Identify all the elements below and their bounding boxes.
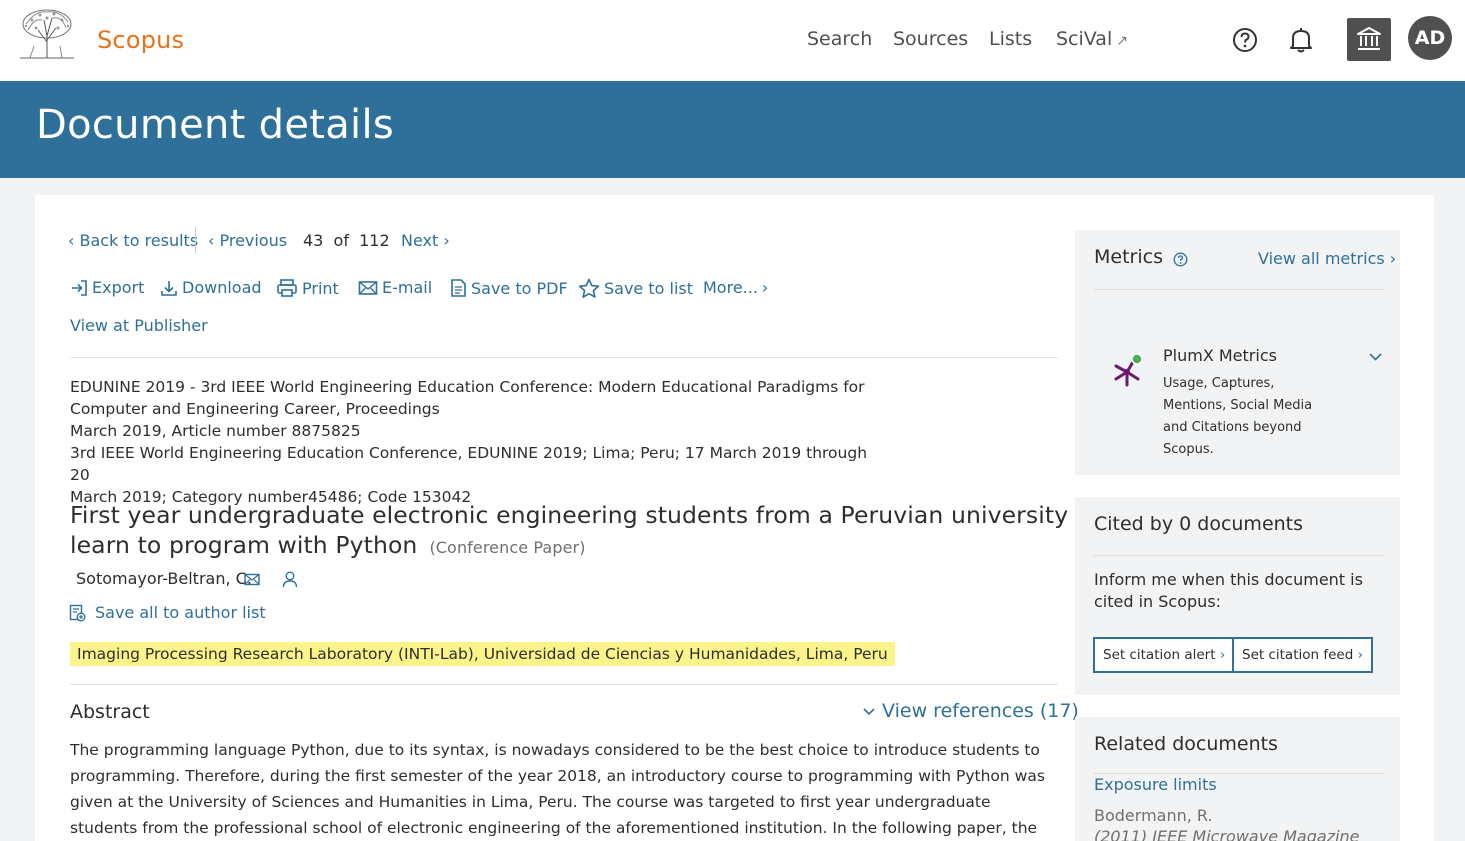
previous-link[interactable]: ‹ Previous: [208, 231, 287, 250]
related-document-author: Bodermann, R.: [1094, 806, 1213, 825]
divider: [70, 684, 1058, 685]
next-link[interactable]: Next ›: [401, 231, 450, 250]
save-to-list-label: Save to list: [604, 279, 694, 298]
view-references-label: View references (17): [882, 700, 1079, 722]
set-citation-alert-label: Set citation alert: [1103, 647, 1216, 663]
divider: [70, 357, 1058, 358]
help-circle-icon[interactable]: [1232, 27, 1258, 53]
nav-search[interactable]: Search: [807, 28, 872, 50]
source-line: EDUNINE 2019 - 3rd IEEE World Engineerin…: [70, 378, 865, 396]
scopus-brand[interactable]: Scopus: [97, 26, 184, 54]
source-line: March 2019, Article number 8875825: [70, 422, 361, 440]
metrics-panel: Metrics View all metrics › PlumX Metrics…: [1075, 230, 1400, 475]
institution-icon[interactable]: [1347, 18, 1391, 61]
save-to-list-button[interactable]: Save to list: [578, 278, 693, 299]
user-avatar[interactable]: AD: [1408, 16, 1452, 60]
save-to-pdf-button[interactable]: Save to PDF: [449, 278, 568, 298]
mail-icon: [358, 280, 378, 295]
top-bar: Scopus Search Sources Lists SciVal ↗ AD: [0, 0, 1465, 81]
view-all-metrics-link[interactable]: View all metrics ›: [1258, 249, 1396, 268]
back-to-results-label: Back to results: [79, 231, 199, 250]
result-total: 112: [359, 231, 390, 250]
plumx-title[interactable]: PlumX Metrics: [1163, 346, 1277, 365]
view-all-metrics-label: View all metrics: [1258, 249, 1385, 268]
printer-icon: [277, 279, 297, 297]
download-icon: [161, 280, 177, 296]
elsevier-tree-logo[interactable]: [16, 6, 78, 62]
page-banner: Document details: [0, 81, 1465, 178]
related-document-source: (2011) IEEE Microwave Magazine: [1094, 827, 1360, 841]
save-all-to-author-list-link[interactable]: Save all to author list: [69, 603, 266, 622]
source-line: 3rd IEEE World Engineering Education Con…: [70, 444, 868, 484]
author-mail-icon[interactable]: [244, 573, 260, 586]
set-citation-feed-button[interactable]: Set citation feed ›: [1232, 637, 1373, 673]
related-documents-panel: Related documents Exposure limits Boderm…: [1075, 717, 1400, 841]
previous-label: Previous: [219, 231, 288, 250]
author-link[interactable]: Sotomayor-Beltran, C.: [76, 569, 252, 588]
related-document-link[interactable]: Exposure limits: [1094, 775, 1217, 794]
set-citation-feed-label: Set citation feed: [1242, 647, 1354, 663]
download-label: Download: [182, 278, 262, 297]
back-to-results-link[interactable]: ‹ Back to results: [68, 231, 198, 250]
chevron-down-icon: [863, 707, 875, 715]
result-current: 43: [303, 231, 324, 250]
chevron-down-icon[interactable]: [1368, 352, 1383, 362]
cited-by-panel: Cited by 0 documents Inform me when this…: [1075, 497, 1400, 695]
nav-lists[interactable]: Lists: [989, 28, 1032, 50]
document-title-block: First year undergraduate electronic engi…: [70, 500, 1070, 563]
affiliation: Imaging Processing Research Laboratory (…: [70, 642, 895, 666]
related-documents-heading: Related documents: [1094, 733, 1278, 755]
view-at-publisher-link[interactable]: View at Publisher: [70, 316, 208, 335]
source-line: Computer and Engineering Career, Proceed…: [70, 400, 440, 418]
export-button[interactable]: Export: [70, 278, 144, 297]
abstract-text: The programming language Python, due to …: [70, 741, 1045, 837]
email-button[interactable]: E-mail: [358, 278, 432, 297]
plumx-description: Usage, Captures, Mentions, Social Media …: [1163, 376, 1313, 457]
nav-scival[interactable]: SciVal ↗: [1056, 28, 1128, 50]
download-button[interactable]: Download: [160, 278, 262, 297]
metrics-heading: Metrics: [1094, 246, 1163, 268]
divider: [1094, 773, 1384, 774]
author-list-icon: [69, 604, 86, 621]
abstract-heading: Abstract: [70, 701, 150, 723]
star-icon: [578, 278, 600, 298]
email-label: E-mail: [382, 278, 433, 297]
print-label: Print: [302, 278, 339, 298]
export-icon: [72, 279, 87, 296]
source-info: EDUNINE 2019 - 3rd IEEE World Engineerin…: [70, 376, 870, 508]
set-citation-alert-button[interactable]: Set citation alert ›: [1093, 637, 1236, 673]
nav-sources[interactable]: Sources: [893, 28, 968, 50]
document-type: (Conference Paper): [429, 538, 586, 557]
help-circle-icon[interactable]: [1173, 252, 1188, 267]
next-label: Next: [401, 231, 439, 250]
chevron-right-icon: ›: [1353, 647, 1363, 663]
plumx-logo-icon: [1114, 353, 1143, 387]
chevron-left-icon: ‹: [208, 231, 220, 250]
nav-scival-label: SciVal: [1056, 28, 1113, 50]
chevron-right-icon: ›: [1215, 647, 1226, 663]
save-all-to-author-list-label: Save all to author list: [95, 603, 266, 622]
more-button[interactable]: More... ›: [703, 278, 768, 297]
divider: [1094, 555, 1384, 556]
result-position: 43 of 112: [303, 231, 390, 250]
bell-icon[interactable]: [1288, 26, 1314, 54]
more-label: More...: [703, 278, 758, 297]
print-button[interactable]: Print: [276, 278, 339, 298]
chevron-right-icon: ›: [438, 231, 450, 250]
author-profile-icon[interactable]: [282, 571, 298, 588]
divider: [1094, 289, 1384, 290]
nav-divider: [195, 227, 196, 253]
cited-by-heading: Cited by 0 documents: [1094, 513, 1304, 535]
chevron-right-icon: ›: [1384, 249, 1397, 268]
result-of: of: [333, 231, 349, 250]
save-to-pdf-label: Save to PDF: [471, 278, 568, 298]
pdf-icon: [451, 279, 466, 297]
page-title: Document details: [36, 102, 395, 148]
chevron-right-icon: ›: [761, 278, 769, 297]
chevron-left-icon: ‹: [68, 231, 80, 250]
external-arrow-icon: ↗: [1116, 33, 1128, 49]
cited-by-text: Inform me when this document is cited in…: [1094, 570, 1363, 611]
view-references-link[interactable]: View references (17): [862, 700, 1079, 722]
export-label: Export: [92, 278, 145, 297]
